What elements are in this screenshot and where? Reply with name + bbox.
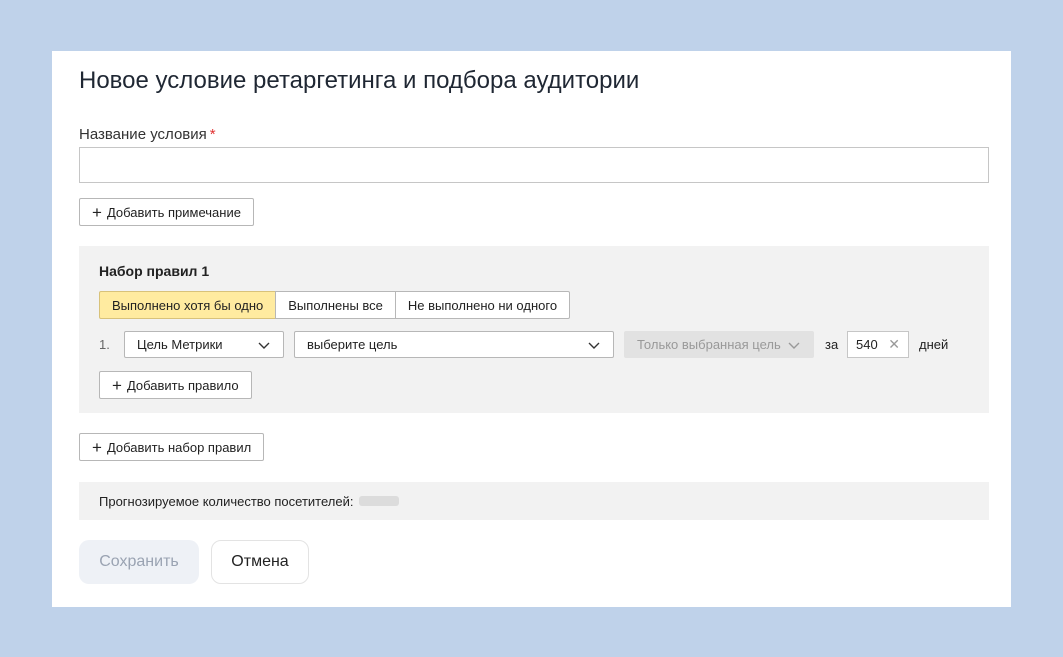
page-title: Новое условие ретаргетинга и подбора ауд…	[79, 67, 640, 94]
ruleset-mode-switch: Выполнено хотя бы одно Выполнены все Не …	[99, 291, 571, 319]
ruleset-panel: Набор правил 1 Выполнено хотя бы одно Вы…	[79, 246, 989, 413]
add-ruleset-button[interactable]: + Добавить набор правил	[79, 433, 265, 461]
plus-icon: +	[92, 437, 102, 457]
plus-icon: +	[92, 202, 102, 222]
goal-scope-select[interactable]: Только выбранная цель	[624, 331, 814, 358]
chevron-down-icon	[788, 342, 800, 349]
forecast-label: Прогнозируемое количество посетителей:	[99, 493, 354, 509]
condition-name-input[interactable]	[79, 147, 989, 183]
mode-any[interactable]: Выполнено хотя бы одно	[99, 291, 277, 319]
add-rule-button[interactable]: + Добавить правило	[99, 371, 252, 399]
ruleset-title: Набор правил 1	[99, 263, 210, 279]
rule-type-select[interactable]: Цель Метрики	[124, 331, 284, 358]
chevron-down-icon	[588, 342, 600, 349]
condition-name-label: Название условия *	[79, 126, 216, 143]
retargeting-dialog: Новое условие ретаргетинга и подбора ауд…	[52, 51, 1011, 607]
mode-all[interactable]: Выполнены все	[275, 291, 396, 319]
required-mark: *	[209, 126, 216, 143]
days-input[interactable]: 540 ✕	[847, 331, 909, 358]
rule-number: 1.	[99, 337, 110, 352]
save-button[interactable]: Сохранить	[79, 540, 199, 584]
chevron-down-icon	[258, 342, 270, 349]
goal-select[interactable]: выберите цель	[294, 331, 614, 358]
days-unit: дней	[919, 337, 949, 352]
add-note-button[interactable]: + Добавить примечание	[79, 198, 254, 226]
period-prefix: за	[825, 337, 839, 352]
forecast-placeholder	[359, 496, 400, 506]
mode-none[interactable]: Не выполнено ни одного	[394, 291, 571, 319]
cancel-button[interactable]: Отмена	[211, 540, 309, 584]
close-icon[interactable]: ✕	[888, 336, 900, 353]
plus-icon: +	[112, 375, 122, 395]
forecast-panel: Прогнозируемое количество посетителей:	[79, 482, 989, 520]
